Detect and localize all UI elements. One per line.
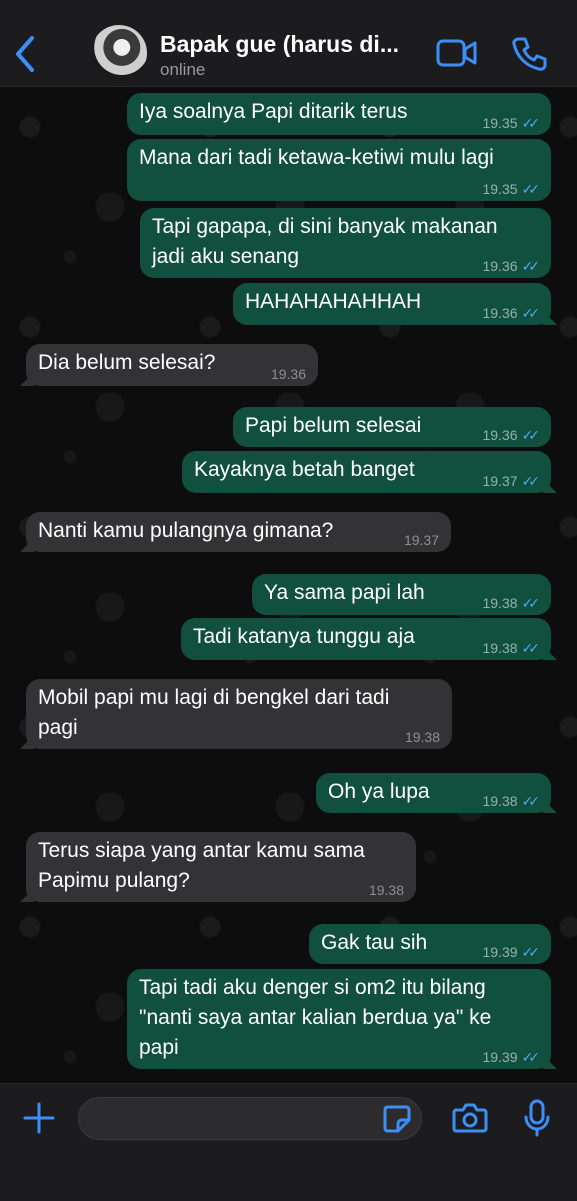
video-camera-icon [436, 39, 477, 67]
voice-message-button[interactable] [523, 1098, 551, 1143]
read-ticks-icon: ✓✓ [521, 181, 541, 197]
bubble-tail [20, 735, 34, 749]
plus-icon [23, 1102, 55, 1134]
message-time: 19.38 [482, 595, 518, 611]
message-time: 19.38 [482, 793, 518, 809]
read-ticks-icon: ✓✓ [521, 640, 541, 656]
message-bubble-outgoing[interactable]: Oh ya lupa 19.38 ✓✓ [316, 773, 557, 813]
chevron-left-icon [16, 36, 34, 72]
message-bubble-outgoing[interactable]: Mana dari tadi ketawa-ketiwi mulu lagi 1… [127, 139, 551, 201]
message-bubble-outgoing[interactable]: HAHAHAHAHHAH 19.36 ✓✓ [233, 283, 557, 325]
message-text: Tapi gapapa, di sini banyak makanan jadi… [152, 215, 498, 268]
bubble-tail [543, 646, 557, 660]
camera-button[interactable] [452, 1102, 488, 1139]
message-bubble-incoming[interactable]: Terus siapa yang antar kamu sama Papimu … [20, 832, 416, 902]
attach-button[interactable] [22, 1101, 56, 1140]
read-ticks-icon: ✓✓ [521, 1049, 541, 1065]
message-time: 19.36 [482, 305, 518, 321]
message-bubble-incoming[interactable]: Dia belum selesai? 19.36 [20, 344, 318, 386]
message-text: Iya soalnya Papi ditarik terus [139, 100, 408, 123]
message-bubble-incoming[interactable]: Nanti kamu pulangnya gimana? 19.37 [20, 512, 451, 552]
message-text: Dia belum selesai? [38, 351, 216, 374]
message-time: 19.37 [403, 532, 439, 548]
message-bubble-outgoing[interactable]: Tapi gapapa, di sini banyak makanan jadi… [140, 208, 551, 278]
message-bubble-outgoing[interactable]: Tapi tadi aku denger si om2 itu bilang "… [127, 969, 557, 1069]
read-ticks-icon: ✓✓ [521, 258, 541, 274]
message-time: 19.35 [482, 115, 518, 131]
read-ticks-icon: ✓✓ [521, 305, 541, 321]
phone-icon [512, 37, 547, 71]
bubble-tail [20, 888, 34, 902]
message-time: 19.39 [482, 1049, 518, 1065]
camera-icon [452, 1103, 488, 1133]
message-text: Terus siapa yang antar kamu sama Papimu … [38, 839, 365, 892]
message-time: 19.36 [482, 427, 518, 443]
bubble-tail [543, 311, 557, 325]
back-button[interactable] [10, 34, 40, 74]
message-bubble-outgoing[interactable]: Tadi katanya tunggu aja 19.38 ✓✓ [181, 618, 557, 660]
read-ticks-icon: ✓✓ [521, 427, 541, 443]
read-ticks-icon: ✓✓ [521, 473, 541, 489]
message-text: Nanti kamu pulangnya gimana? [38, 519, 334, 542]
bubble-tail [543, 799, 557, 813]
message-bubble-outgoing[interactable]: Papi belum selesai 19.36 ✓✓ [233, 407, 551, 447]
contact-name[interactable]: Bapak gue (harus di... [160, 31, 420, 58]
message-time: 19.38 [404, 729, 440, 745]
voice-call-button[interactable] [511, 36, 547, 77]
message-bubble-outgoing[interactable]: Gak tau sih 19.39 ✓✓ [309, 924, 551, 964]
message-bubble-outgoing[interactable]: Kayaknya betah banget 19.37 ✓✓ [182, 451, 557, 493]
contact-status: online [160, 60, 206, 79]
message-time: 19.35 [482, 181, 518, 197]
microphone-icon [524, 1099, 550, 1137]
chat-header: Bapak gue (harus di... online [0, 0, 577, 87]
message-time: 19.39 [482, 944, 518, 960]
bubble-tail [543, 479, 557, 493]
message-bubble-outgoing[interactable]: Ya sama papi lah 19.38 ✓✓ [252, 574, 551, 615]
read-ticks-icon: ✓✓ [521, 944, 541, 960]
bubble-tail [543, 1055, 557, 1069]
read-ticks-icon: ✓✓ [521, 793, 541, 809]
message-time: 19.36 [482, 258, 518, 274]
sticker-icon [383, 1105, 411, 1133]
message-input[interactable] [78, 1097, 422, 1140]
read-ticks-icon: ✓✓ [521, 115, 541, 131]
sticker-button[interactable] [382, 1104, 412, 1139]
message-text: Mobil papi mu lagi di bengkel dari tadi … [38, 686, 390, 739]
message-text: Tapi tadi aku denger si om2 itu bilang "… [139, 976, 492, 1059]
composer-bar [0, 1083, 577, 1201]
message-text: Mana dari tadi ketawa-ketiwi mulu lagi [139, 146, 494, 169]
bubble-tail [20, 372, 34, 386]
message-time: 19.37 [482, 473, 518, 489]
message-time: 19.38 [368, 882, 404, 898]
message-bubble-incoming[interactable]: Mobil papi mu lagi di bengkel dari tadi … [20, 679, 452, 749]
message-time: 19.36 [270, 366, 306, 382]
read-ticks-icon: ✓✓ [521, 595, 541, 611]
avatar[interactable] [91, 25, 147, 81]
message-time: 19.38 [482, 640, 518, 656]
message-list[interactable]: Iya soalnya Papi ditarik terus 19.35 ✓✓ M… [0, 87, 577, 1083]
bubble-tail [20, 538, 34, 552]
video-call-button[interactable] [436, 38, 478, 73]
message-bubble-outgoing[interactable]: Iya soalnya Papi ditarik terus 19.35 ✓✓ [127, 93, 551, 135]
